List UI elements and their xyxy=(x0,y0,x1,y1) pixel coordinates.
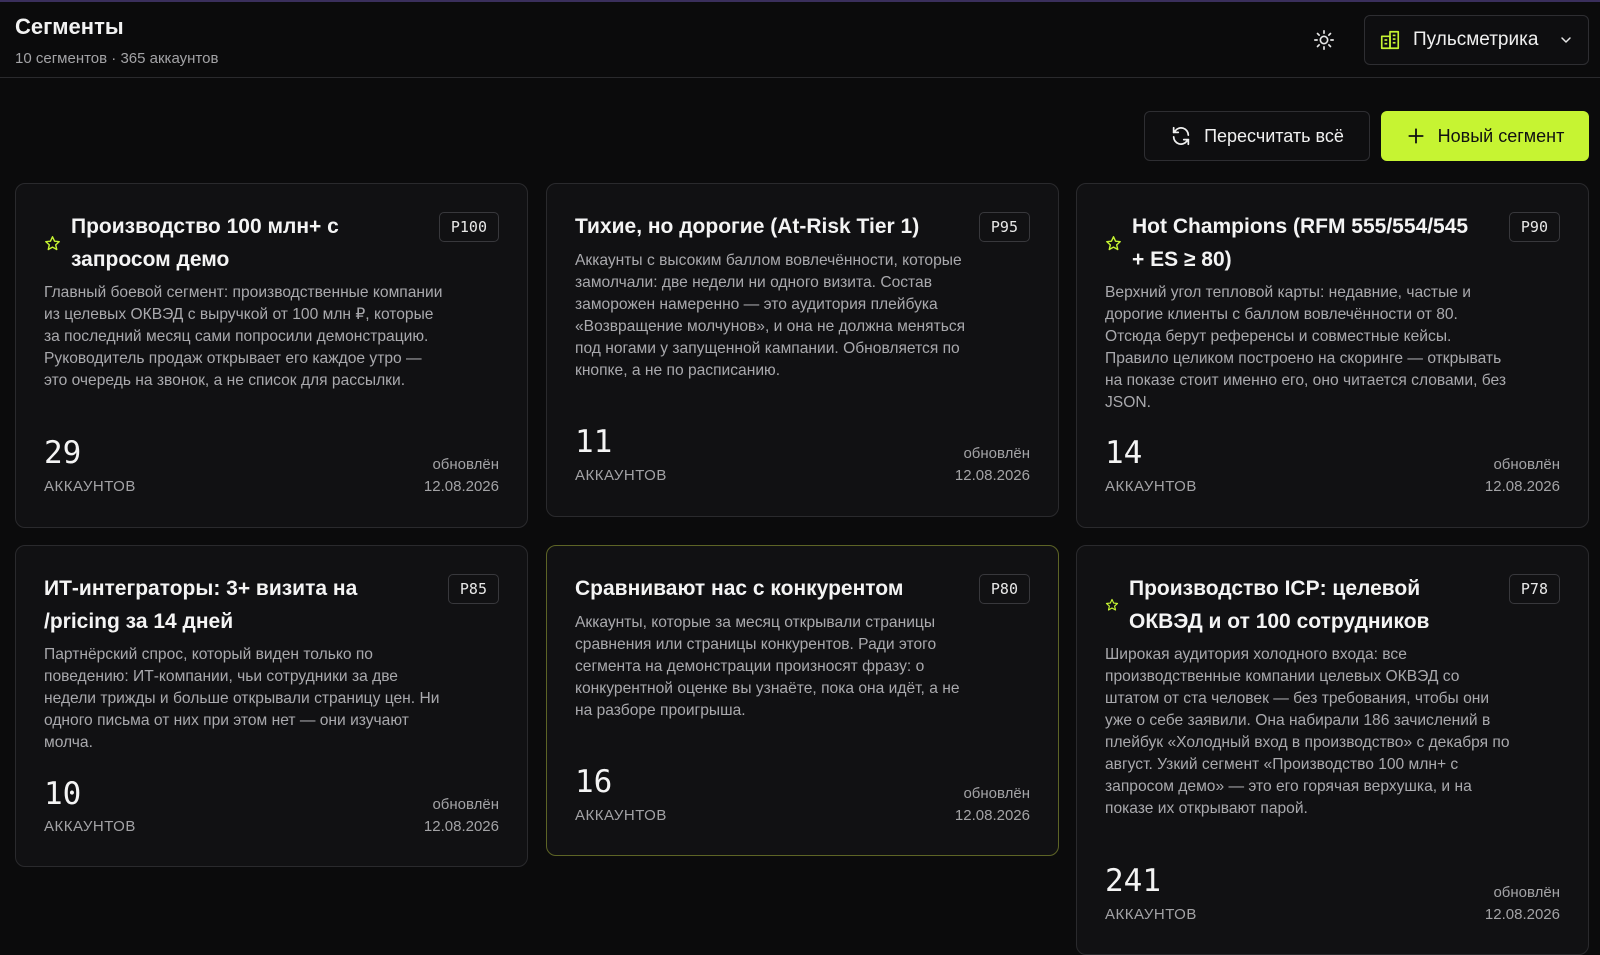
page-subtitle: 10 сегментов · 365 аккаунтов xyxy=(15,50,219,67)
priority-badge: P90 xyxy=(1508,212,1560,242)
segment-title: Производство 100 млн+ с запросом демо xyxy=(71,215,339,271)
account-count-label: АККАУНТОВ xyxy=(575,807,667,824)
updated-date: 12.08.2026 xyxy=(1484,906,1560,923)
updated-info: обновлён 12.08.2026 xyxy=(1485,454,1560,498)
refresh-icon xyxy=(1172,126,1190,146)
updated-date: 12.08.2026 xyxy=(423,478,499,495)
segment-title: Сравнивают нас с конкурентом xyxy=(575,577,904,600)
recalculate-all-label: Пересчитать всё xyxy=(1204,125,1344,146)
updated-label: обновлён xyxy=(1493,456,1560,473)
star-icon[interactable] xyxy=(1105,598,1119,612)
star-icon[interactable] xyxy=(1105,235,1122,252)
updated-label: обновлён xyxy=(1493,884,1560,901)
building-icon xyxy=(1380,30,1400,50)
updated-info: обновлён 12.08.2026 xyxy=(1485,882,1560,926)
segment-card[interactable]: Производство ICP: целевой ОКВЭД и от 100… xyxy=(1076,545,1589,955)
account-count: 14 xyxy=(1105,435,1143,471)
page-header: Сегменты 10 сегментов · 365 аккаунтов Пу… xyxy=(0,2,1600,78)
segment-description: Партнёрский спрос, который виден только … xyxy=(44,646,440,751)
segment-card[interactable]: Сравнивают нас с конкурентом P80 Аккаунт… xyxy=(546,545,1059,856)
segment-card[interactable]: Тихие, но дорогие (At-Risk Tier 1) P95 А… xyxy=(546,183,1059,517)
updated-date: 12.08.2026 xyxy=(1484,478,1560,495)
priority-badge: P100 xyxy=(438,212,499,242)
segment-description: Широкая аудитория холодного входа: все п… xyxy=(1105,646,1510,817)
recalculate-all-button[interactable]: Пересчитать всё xyxy=(1144,111,1370,161)
sun-icon xyxy=(1314,30,1334,50)
updated-info: обновлён 12.08.2026 xyxy=(955,443,1030,487)
segment-description: Главный боевой сегмент: производственные… xyxy=(44,284,443,389)
account-count-label: АККАУНТОВ xyxy=(575,467,667,484)
account-count-label: АККАУНТОВ xyxy=(44,478,136,495)
updated-info: обновлён 12.08.2026 xyxy=(955,783,1030,827)
account-count-label: АККАУНТОВ xyxy=(1105,478,1197,495)
updated-label: обновлён xyxy=(963,785,1030,802)
organization-name: Пульсметрика xyxy=(1413,29,1539,50)
priority-badge: P80 xyxy=(978,574,1030,604)
priority-badge: P95 xyxy=(978,212,1030,242)
updated-info: обновлён 12.08.2026 xyxy=(424,454,499,498)
segment-description: Верхний угол тепловой карты: недавние, ч… xyxy=(1105,284,1506,411)
segment-card[interactable]: Производство 100 млн+ с запросом демо P1… xyxy=(15,183,528,528)
account-count-label: АККАУНТОВ xyxy=(1105,906,1197,923)
account-count-label: АККАУНТОВ xyxy=(44,818,136,835)
account-count: 241 xyxy=(1105,863,1161,899)
organization-select[interactable]: Пульсметрика xyxy=(1364,15,1589,65)
updated-date: 12.08.2026 xyxy=(954,807,1030,824)
segment-title: Hot Champions (RFM 555/554/545 + ES ≥ 80… xyxy=(1132,215,1469,271)
account-count: 16 xyxy=(575,764,613,800)
account-count: 11 xyxy=(575,424,613,460)
account-count: 29 xyxy=(44,435,82,471)
updated-label: обновлён xyxy=(963,445,1030,462)
star-icon[interactable] xyxy=(44,235,61,252)
new-segment-button[interactable]: Новый сегмент xyxy=(1381,111,1589,161)
priority-badge: P85 xyxy=(447,574,499,604)
page-title: Сегменты xyxy=(15,14,124,39)
updated-date: 12.08.2026 xyxy=(423,818,499,835)
segment-card[interactable]: Hot Champions (RFM 555/554/545 + ES ≥ 80… xyxy=(1076,183,1589,528)
new-segment-label: Новый сегмент xyxy=(1437,125,1565,146)
segment-title: ИТ-интеграторы: 3+ визита на /pricing за… xyxy=(44,577,358,633)
theme-toggle-button[interactable] xyxy=(1310,26,1338,54)
segment-card[interactable]: ИТ-интеграторы: 3+ визита на /pricing за… xyxy=(15,545,528,867)
chevron-down-icon xyxy=(1561,37,1571,43)
plus-icon xyxy=(1408,128,1424,144)
segment-description: Аккаунты, которые за месяц открывали стр… xyxy=(575,614,960,719)
priority-badge: P78 xyxy=(1508,574,1560,604)
updated-info: обновлён 12.08.2026 xyxy=(424,794,499,838)
segment-title: Тихие, но дорогие (At-Risk Tier 1) xyxy=(575,215,920,238)
segment-title: Производство ICP: целевой ОКВЭД и от 100… xyxy=(1129,577,1430,633)
updated-label: обновлён xyxy=(432,456,499,473)
updated-label: обновлён xyxy=(432,796,499,813)
account-count: 10 xyxy=(44,776,82,812)
segment-description: Аккаунты с высоким баллом вовлечённости,… xyxy=(575,252,966,379)
updated-date: 12.08.2026 xyxy=(954,467,1030,484)
